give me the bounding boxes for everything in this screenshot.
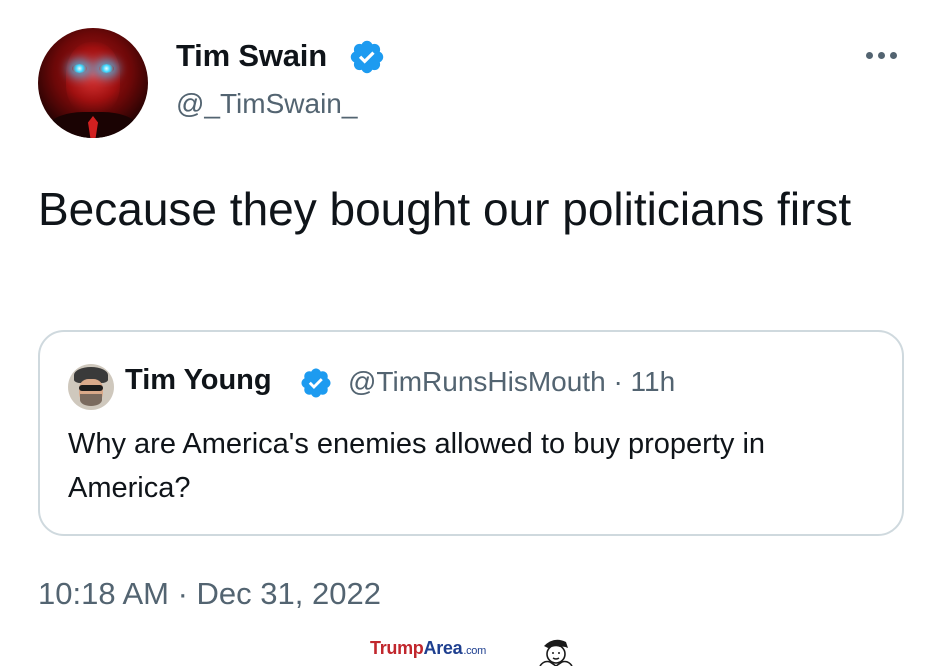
quoted-author-display-name: Tim Young xyxy=(125,364,272,396)
quoted-author-handle-and-age: @TimRunsHisMouth · 11h xyxy=(348,366,676,397)
tweet-text: Because they bought our politicians firs… xyxy=(38,183,852,235)
author-handle[interactable]: @_TimSwain_ xyxy=(176,88,357,120)
watermark-text-part2: Area xyxy=(423,638,463,658)
quoted-author-avatar[interactable] xyxy=(68,364,114,410)
author-avatar[interactable] xyxy=(38,28,148,138)
tweet-screenshot: Tim Swain @_TimSwain_ Because they bough… xyxy=(0,0,940,666)
avatar-face xyxy=(66,42,120,114)
tweet-timestamp[interactable]: 10:18 AM · Dec 31, 2022 xyxy=(38,576,381,612)
more-horizontal-icon[interactable] xyxy=(862,44,902,64)
watermark-text-part3: .com xyxy=(463,645,486,657)
watermark-text-part1: Trump xyxy=(370,638,424,658)
author-display-name[interactable]: Tim Swain xyxy=(176,38,327,74)
verified-badge-icon xyxy=(350,40,384,74)
avatar-glowing-eyes xyxy=(72,64,114,73)
quoted-tweet-card[interactable]: Tim Young @TimRunsHisMouth · 11h Why are… xyxy=(38,330,904,536)
watermark-figure-icon xyxy=(539,639,573,666)
quoted-tweet-text: Why are America's enemies allowed to buy… xyxy=(68,428,766,504)
watermark-logo: TrumpArea.com xyxy=(370,638,486,659)
verified-badge-icon xyxy=(301,368,331,398)
